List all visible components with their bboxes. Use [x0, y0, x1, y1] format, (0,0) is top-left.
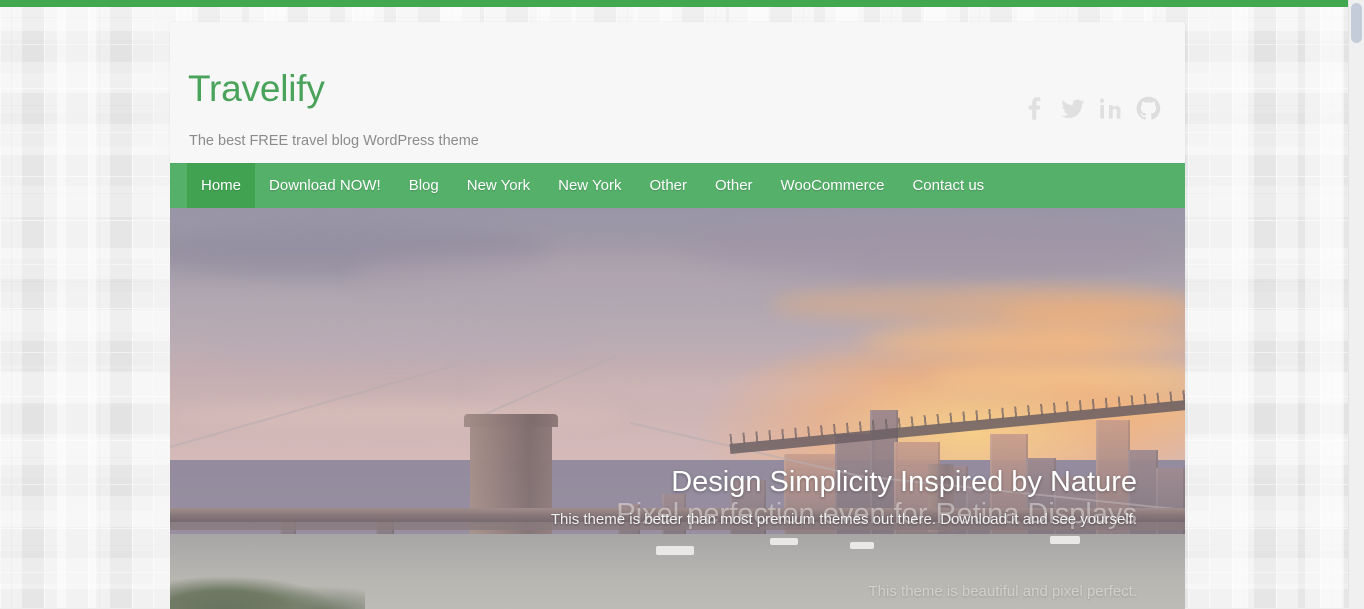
nav-item-other-1[interactable]: Other — [636, 163, 702, 208]
nav-item-contact-us[interactable]: Contact us — [898, 163, 998, 208]
boat — [656, 546, 694, 555]
nav-item-download-now[interactable]: Download NOW! — [255, 163, 395, 208]
cloud — [690, 218, 1170, 280]
site-header: Travelify The best FREE travel blog Word… — [170, 22, 1185, 163]
cloud — [210, 328, 590, 362]
facebook-icon — [1028, 97, 1041, 120]
foreground-trees — [170, 568, 365, 609]
cloud — [860, 328, 1185, 354]
social-link-twitter[interactable] — [1059, 95, 1086, 122]
vertical-scrollbar-track[interactable] — [1348, 0, 1364, 608]
bridge-deck-lower — [170, 522, 1185, 530]
nav-item-home[interactable]: Home — [187, 163, 256, 208]
vertical-scrollbar-thumb[interactable] — [1351, 3, 1362, 43]
site-title[interactable]: Travelify — [188, 70, 325, 107]
social-links — [1021, 95, 1162, 122]
boat — [1050, 536, 1080, 544]
site-wrapper: Travelify The best FREE travel blog Word… — [170, 22, 1185, 609]
featured-slider[interactable]: Pixel perfection even for Retina Display… — [170, 208, 1185, 609]
bridge-tower-near-cap — [464, 414, 558, 427]
twitter-icon — [1061, 99, 1085, 119]
top-accent-bar — [0, 0, 1364, 7]
linkedin-icon — [1099, 98, 1121, 119]
social-link-facebook[interactable] — [1021, 95, 1048, 122]
social-link-github[interactable] — [1135, 95, 1162, 122]
nav-item-new-york-1[interactable]: New York — [453, 163, 544, 208]
boat — [850, 542, 874, 549]
github-icon — [1136, 96, 1161, 120]
nav-item-new-york-2[interactable]: New York — [544, 163, 635, 208]
nav-item-other-2[interactable]: Other — [701, 163, 767, 208]
bridge-deck — [170, 508, 1185, 522]
cloud — [1000, 304, 1185, 324]
nav-item-blog[interactable]: Blog — [395, 163, 453, 208]
slide-image-brooklyn-bridge — [170, 208, 1185, 609]
primary-navigation: Home Download NOW! Blog New York New Yor… — [170, 163, 1185, 208]
boat — [770, 538, 798, 545]
social-link-linkedin[interactable] — [1097, 95, 1124, 122]
site-description: The best FREE travel blog WordPress them… — [189, 133, 479, 149]
nav-item-woocommerce[interactable]: WooCommerce — [767, 163, 899, 208]
